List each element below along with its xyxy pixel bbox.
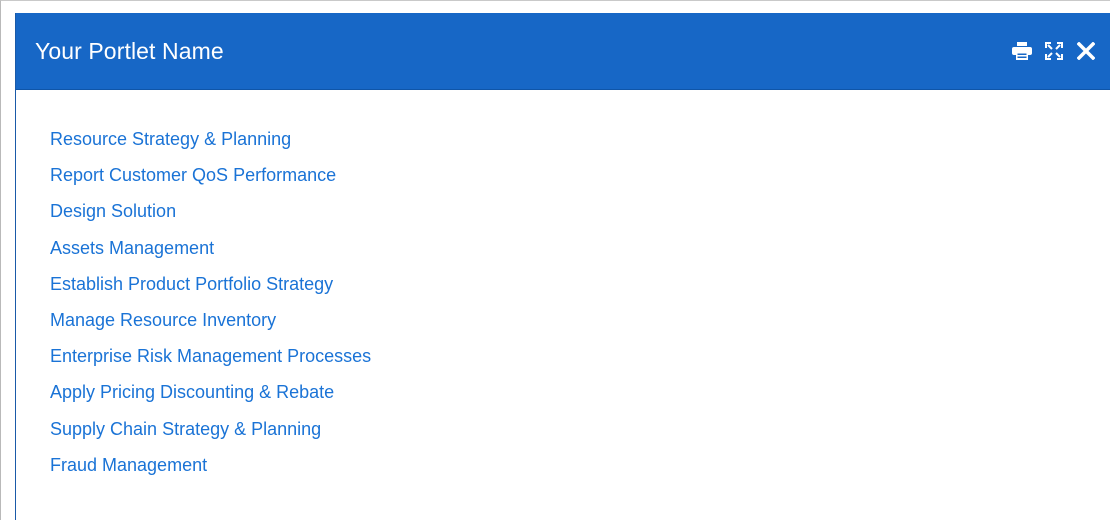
list-item: Report Customer QoS Performance — [50, 164, 1110, 200]
portlet-title: Your Portlet Name — [35, 37, 224, 64]
page: Your Portlet Name Resource Strategy & Pl… — [0, 0, 1110, 520]
link-design-solution[interactable]: Design Solution — [50, 201, 176, 221]
list-item: Apply Pricing Discounting & Rebate — [50, 381, 1110, 417]
portlet: Your Portlet Name Resource Strategy & Pl… — [15, 13, 1110, 520]
header-actions — [1010, 39, 1110, 63]
portlet-body: Resource Strategy & Planning Report Cust… — [16, 90, 1110, 490]
expand-icon — [1045, 42, 1063, 60]
list-item: Manage Resource Inventory — [50, 309, 1110, 345]
list-item: Enterprise Risk Management Processes — [50, 345, 1110, 381]
link-resource-strategy-planning[interactable]: Resource Strategy & Planning — [50, 129, 291, 149]
print-icon — [1012, 42, 1032, 60]
link-fraud-management[interactable]: Fraud Management — [50, 455, 207, 475]
link-assets-management[interactable]: Assets Management — [50, 238, 214, 258]
list-item: Supply Chain Strategy & Planning — [50, 418, 1110, 454]
list-item: Fraud Management — [50, 454, 1110, 490]
close-button[interactable] — [1074, 39, 1098, 63]
list-item: Assets Management — [50, 237, 1110, 273]
link-list: Resource Strategy & Planning Report Cust… — [50, 128, 1110, 490]
close-icon — [1077, 42, 1095, 60]
list-item: Resource Strategy & Planning — [50, 128, 1110, 164]
list-item: Design Solution — [50, 200, 1110, 236]
portlet-header: Your Portlet Name — [16, 13, 1110, 90]
list-item: Establish Product Portfolio Strategy — [50, 273, 1110, 309]
link-establish-product-portfolio-strategy[interactable]: Establish Product Portfolio Strategy — [50, 274, 333, 294]
link-apply-pricing-discounting-rebate[interactable]: Apply Pricing Discounting & Rebate — [50, 382, 334, 402]
link-enterprise-risk-management-processes[interactable]: Enterprise Risk Management Processes — [50, 346, 371, 366]
expand-button[interactable] — [1042, 39, 1066, 63]
link-supply-chain-strategy-planning[interactable]: Supply Chain Strategy & Planning — [50, 419, 321, 439]
link-report-customer-qos-performance[interactable]: Report Customer QoS Performance — [50, 165, 336, 185]
print-button[interactable] — [1010, 39, 1034, 63]
link-manage-resource-inventory[interactable]: Manage Resource Inventory — [50, 310, 276, 330]
